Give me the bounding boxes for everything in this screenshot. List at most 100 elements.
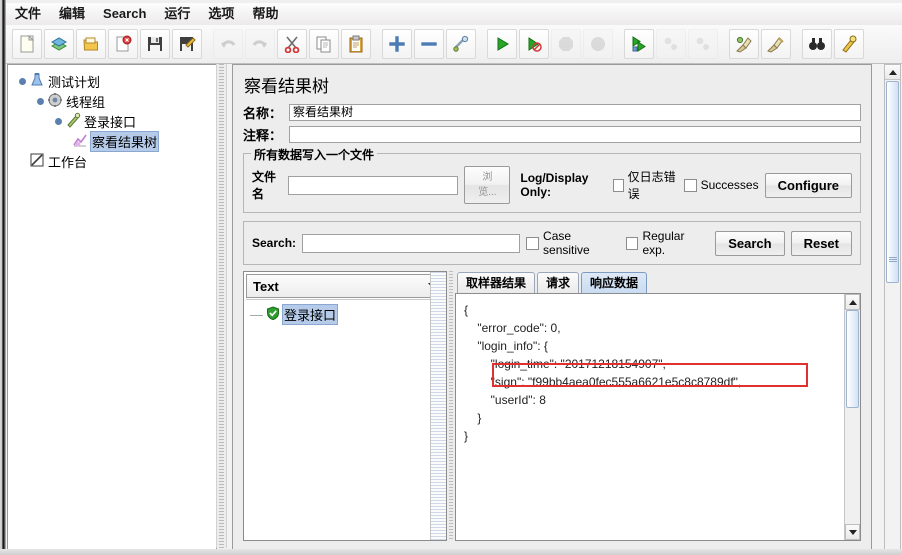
tree-node-view-results-tree[interactable]: 察看结果树 (14, 130, 212, 152)
result-item-label: 登录接口 (281, 303, 339, 325)
browse-button[interactable]: 浏览... (464, 166, 511, 204)
scroll-up-button[interactable] (845, 294, 860, 310)
renderer-selected-label: Text (253, 278, 279, 294)
results-tree-scrollbar[interactable] (430, 272, 446, 540)
test-plan-icon (29, 72, 45, 91)
window-left-edge (0, 0, 6, 555)
results-split-divider[interactable] (447, 271, 455, 541)
clear-icon[interactable] (729, 29, 759, 59)
regular-exp-checkbox[interactable]: Regular exp. (625, 229, 710, 257)
reset-button[interactable]: Reset (790, 230, 852, 256)
save-as-icon[interactable] (172, 29, 202, 59)
successes-label: Successes (700, 178, 759, 192)
tree-expander-icon[interactable] (18, 77, 27, 86)
checkbox-box-icon[interactable] (612, 178, 624, 192)
start-play-icon[interactable] (487, 29, 517, 59)
response-data-view[interactable]: { "error_code": 0, "login_info": { "logi… (455, 293, 861, 541)
regular-exp-label: Regular exp. (642, 229, 685, 257)
collapse-minus-icon[interactable] (414, 29, 444, 59)
tree-node-label: 工作台 (48, 154, 88, 170)
results-area: Text — 登录接口 取样器结果 请求 响应数据 {"error_code"… (243, 271, 861, 541)
remote-start-all-icon[interactable] (624, 29, 654, 59)
configure-button[interactable]: Configure (764, 172, 852, 198)
filename-label: 文件名 (252, 170, 277, 201)
checkbox-box-icon[interactable] (683, 178, 697, 192)
response-tabs: 取样器结果 请求 响应数据 (455, 271, 861, 293)
view-results-tree-panel: 察看结果树 名称： 注释： 所有数据写入一个文件 文件名 浏览... Log/D… (232, 64, 872, 550)
tab-response-data[interactable]: 响应数据 (581, 272, 648, 293)
templates-icon[interactable] (44, 29, 74, 59)
undo-icon (213, 29, 243, 59)
checkbox-box-icon[interactable] (625, 236, 639, 250)
success-shield-icon (266, 305, 280, 323)
search-input[interactable] (302, 233, 521, 253)
remote-stop-all-icon (656, 29, 686, 59)
toggle-element-icon[interactable] (446, 29, 476, 59)
tree-node-workbench[interactable]: 工作台 (14, 151, 212, 171)
comment-input[interactable] (289, 126, 861, 143)
close-document-icon[interactable] (108, 29, 138, 59)
menu-search[interactable]: Search (94, 4, 155, 24)
menu-help[interactable]: 帮助 (243, 4, 287, 24)
list-item[interactable]: — 登录接口 (250, 303, 440, 325)
comment-label: 注释： (243, 128, 283, 143)
scroll-down-button[interactable] (845, 524, 860, 540)
scroll-thumb[interactable] (886, 81, 899, 283)
clear-all-icon[interactable] (761, 29, 791, 59)
menu-run[interactable]: 运行 (155, 4, 199, 24)
tree-node-label: 察看结果树 (89, 130, 160, 152)
cut-scissors-icon[interactable] (277, 29, 307, 59)
redo-icon (245, 29, 275, 59)
toolbar (6, 25, 902, 64)
write-all-data-group-title: 所有数据写入一个文件 (251, 146, 378, 163)
menu-bar: 文件 编辑 Search 运行 选项 帮助 (6, 3, 902, 26)
page-title: 察看结果树 (244, 77, 329, 96)
log-display-only-label: Log/Display Only: (520, 171, 589, 199)
filename-input[interactable] (288, 175, 459, 195)
tree-node-label: 测试计划 (48, 74, 101, 90)
search-bar-group: Search: Case sensitive Regular exp. Sear… (243, 221, 861, 265)
tab-sampler-result[interactable]: 取样器结果 (457, 272, 536, 293)
errors-only-checkbox[interactable]: 仅日志错误 (612, 168, 678, 202)
results-list[interactable]: — 登录接口 (246, 299, 444, 538)
jmeter-window: 文件 编辑 Search 运行 选项 帮助 测试计划 线程组 登录接口 察看结果… (0, 0, 902, 555)
search-binoculars-icon[interactable] (802, 29, 832, 59)
expand-plus-icon[interactable] (382, 29, 412, 59)
tree-node-label: 登录接口 (84, 114, 137, 130)
menu-options[interactable]: 选项 (199, 4, 243, 24)
tab-request[interactable]: 请求 (537, 272, 580, 293)
tree-expander-icon[interactable] (54, 117, 63, 126)
start-no-pauses-icon[interactable] (519, 29, 549, 59)
scroll-thumb[interactable] (846, 310, 859, 408)
stop-icon (551, 29, 581, 59)
checkbox-box-icon[interactable] (526, 236, 540, 250)
menu-file[interactable]: 文件 (6, 4, 50, 24)
name-label: 名称： (243, 106, 283, 121)
tree-node-test-plan[interactable]: 测试计划 (14, 71, 212, 91)
main-split-divider[interactable] (216, 64, 227, 548)
scroll-up-button[interactable] (885, 65, 900, 80)
search-reset-icon[interactable] (834, 29, 864, 59)
main-panel-scrollbar[interactable] (884, 64, 901, 550)
write-all-data-group: 所有数据写入一个文件 文件名 浏览... Log/Display Only: 仅… (243, 146, 861, 213)
renderer-select[interactable]: Text (246, 274, 444, 298)
new-document-icon[interactable] (12, 29, 42, 59)
save-icon[interactable] (140, 29, 170, 59)
copy-icon[interactable] (309, 29, 339, 59)
paste-clipboard-icon[interactable] (341, 29, 371, 59)
case-sensitive-checkbox[interactable]: Case sensitive (526, 229, 619, 257)
search-button[interactable]: Search (715, 230, 785, 256)
response-json-text: { "error_code": 0, "login_info": { "logi… (464, 303, 742, 443)
tree-expander-icon[interactable] (36, 97, 45, 106)
tree-node-thread-group[interactable]: 线程组 (14, 91, 212, 111)
results-tree-panel[interactable]: Text — 登录接口 (243, 271, 447, 541)
test-plan-tree[interactable]: 测试计划 线程组 登录接口 察看结果树 工作台 (7, 64, 217, 550)
name-input[interactable] (289, 104, 861, 121)
workbench-icon (29, 152, 45, 171)
open-folder-icon[interactable] (76, 29, 106, 59)
response-scrollbar[interactable] (844, 294, 860, 540)
tree-node-login-sampler[interactable]: 登录接口 (14, 111, 212, 131)
successes-checkbox[interactable]: Successes (683, 178, 759, 192)
comment-row: 注释： (233, 125, 871, 147)
menu-edit[interactable]: 编辑 (50, 4, 94, 24)
